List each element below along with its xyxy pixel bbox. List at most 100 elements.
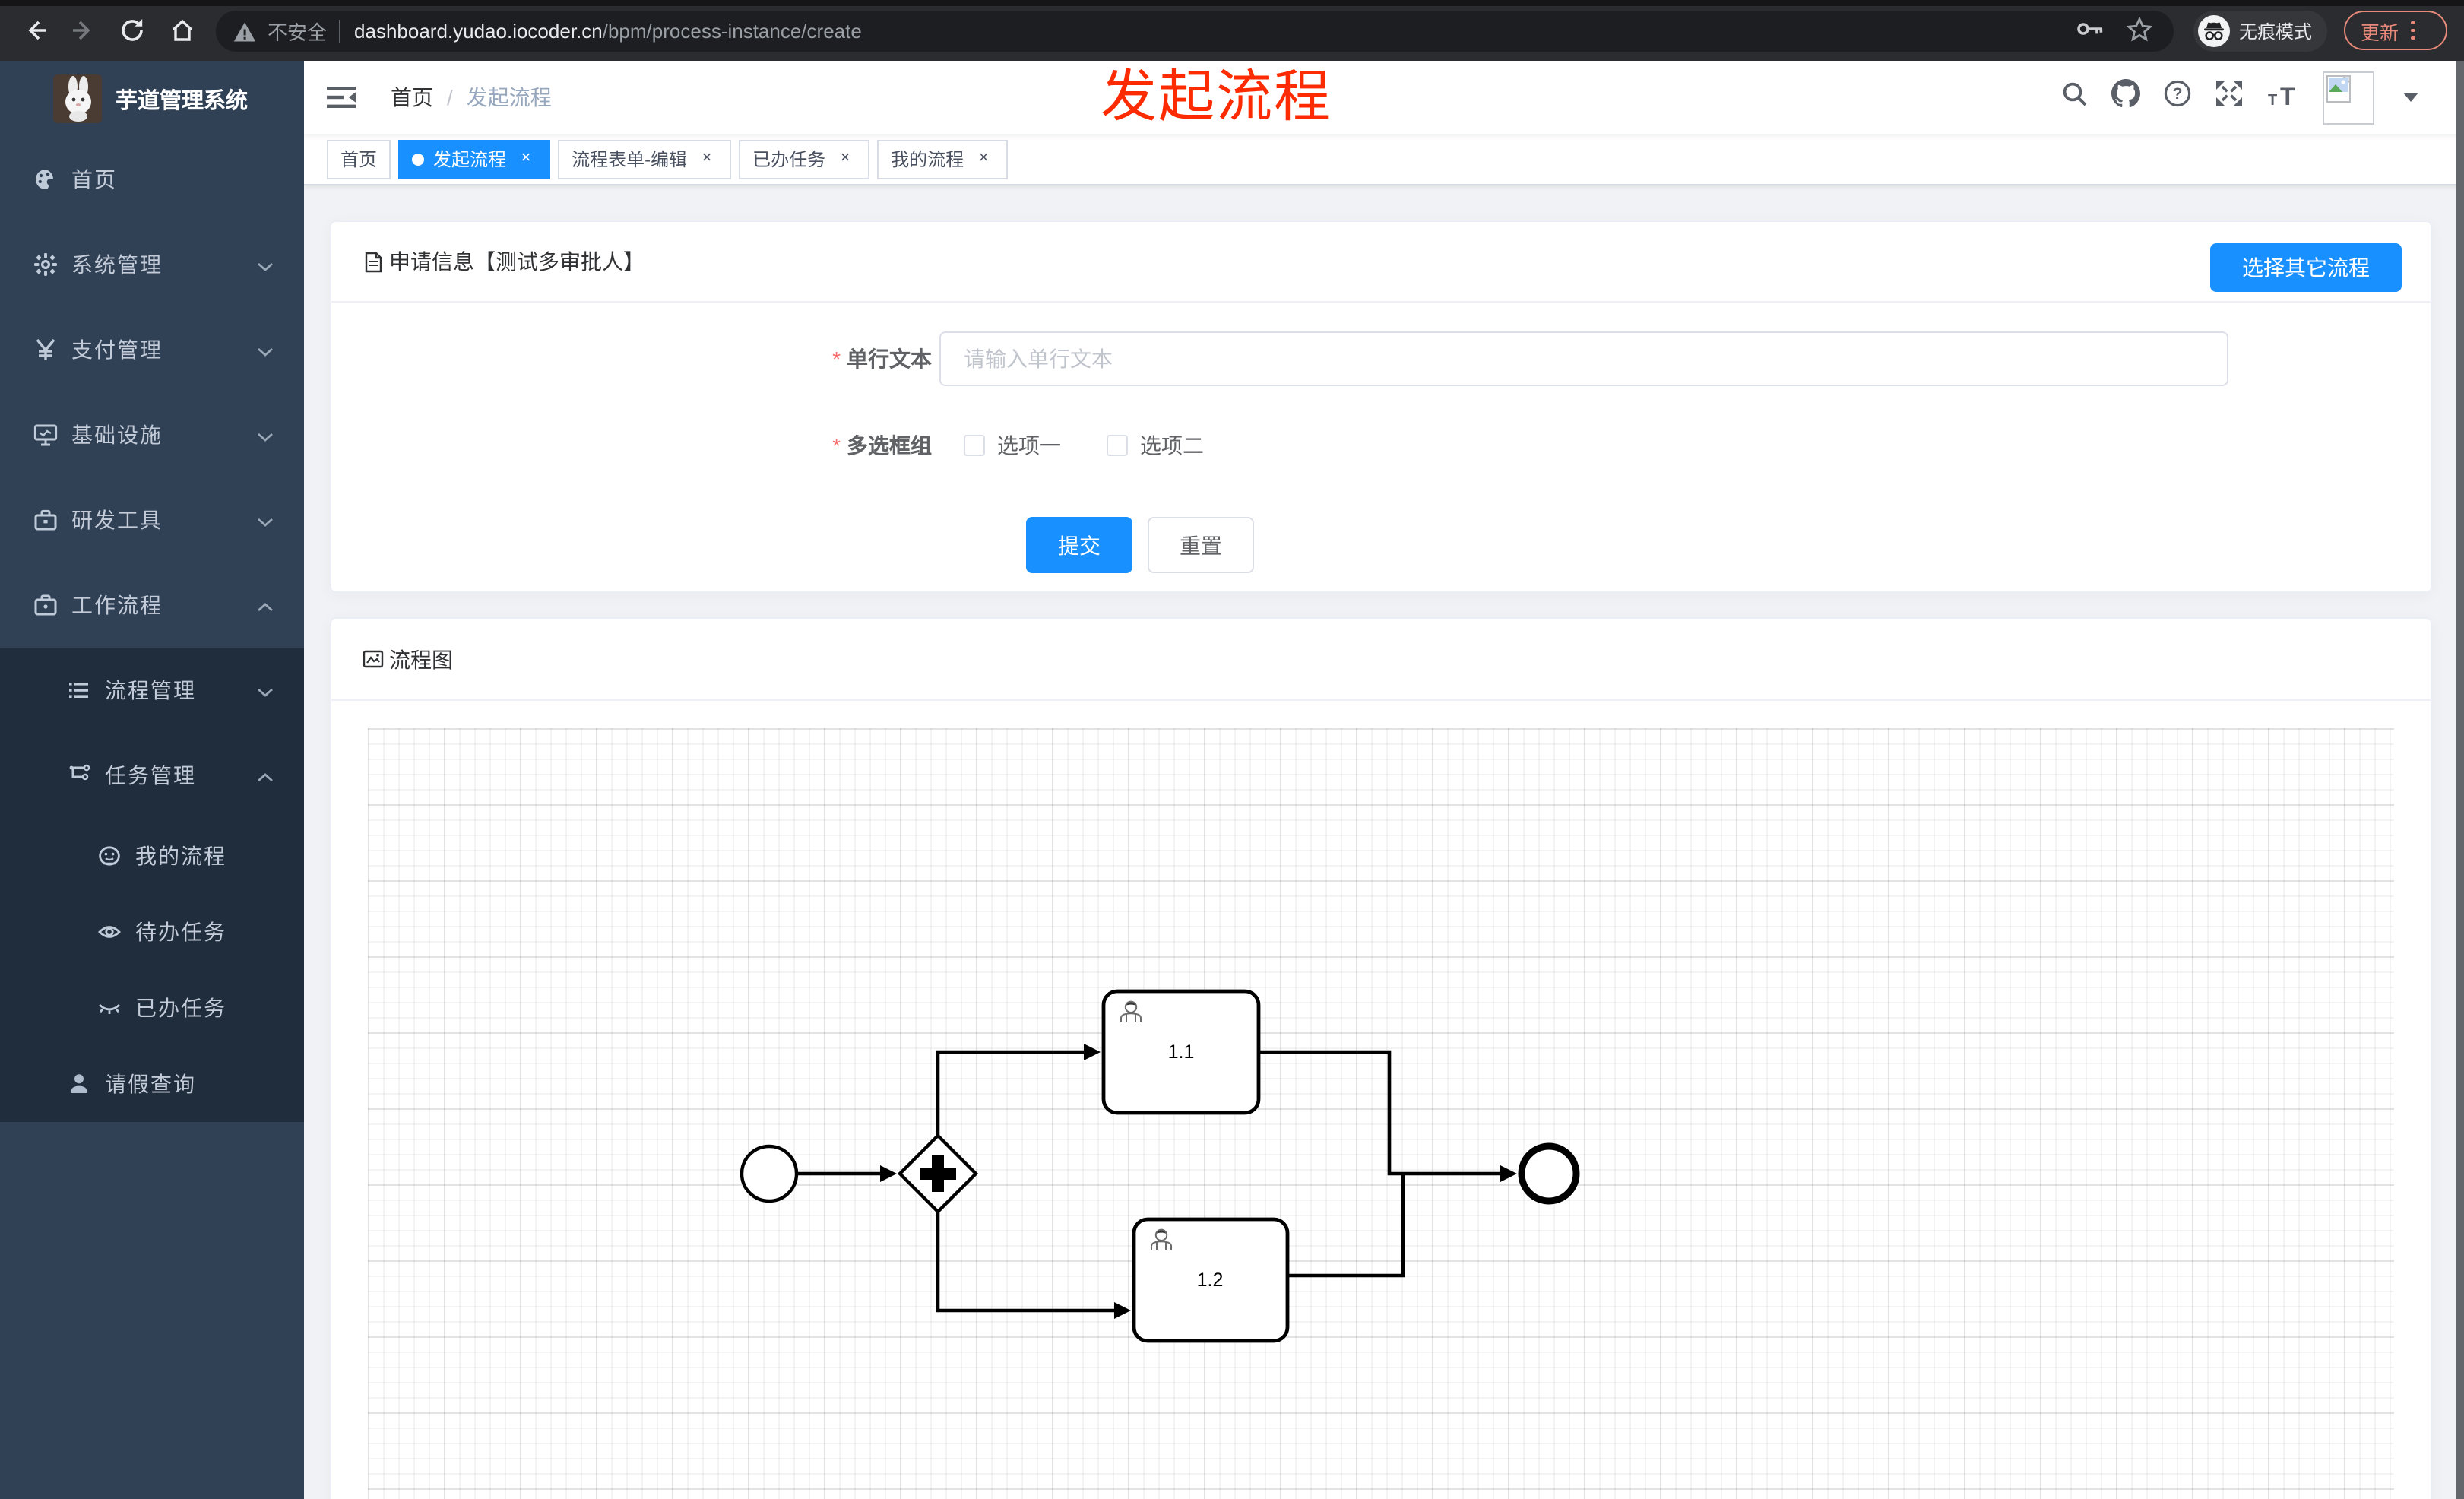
- security-label: 不安全: [268, 21, 328, 44]
- sidebar-item-home[interactable]: 首页: [0, 137, 304, 222]
- sidebar-item-label: 待办任务: [135, 920, 226, 944]
- avatar[interactable]: [2323, 71, 2374, 124]
- fullscreen-icon[interactable]: [2215, 79, 2244, 116]
- bpmn-user-task-1[interactable]: 1.1: [1101, 989, 1261, 1115]
- close-tab-icon[interactable]: ×: [835, 148, 856, 170]
- browser-forward-button[interactable]: [70, 17, 97, 44]
- checkbox-option-2[interactable]: 选项二: [1107, 430, 1204, 461]
- breadcrumb-home[interactable]: 首页: [391, 82, 433, 113]
- sidebar-item-system[interactable]: 系统管理: [0, 222, 304, 307]
- tab-process-form-edit[interactable]: 流程表单-编辑 ×: [558, 139, 732, 179]
- browser-menu-kebab-icon[interactable]: [2411, 21, 2415, 40]
- checkbox-icon[interactable]: [964, 435, 985, 456]
- chevron-down-icon: [257, 252, 274, 277]
- sidebar-item-done-tasks[interactable]: 已办任务: [0, 970, 304, 1046]
- app-logo[interactable]: 芋道管理系统: [0, 61, 304, 137]
- search-icon[interactable]: [2061, 80, 2089, 115]
- chevron-up-icon: [257, 593, 274, 617]
- bpmn-user-task-2[interactable]: 1.2: [1132, 1217, 1290, 1343]
- dashboard-icon: [33, 167, 58, 192]
- yen-icon: [33, 338, 58, 362]
- gear-icon: [33, 252, 58, 277]
- sidebar-item-process-mgmt[interactable]: 流程管理: [0, 648, 304, 733]
- apply-info-card: 申请信息【测试多审批人】 选择其它流程 *单行文本 *多选框组 选项一: [330, 220, 2432, 593]
- apply-info-title: 申请信息【测试多审批人】: [389, 249, 645, 274]
- font-size-icon[interactable]: TT: [2266, 80, 2300, 115]
- sidebar-item-label: 已办任务: [135, 996, 226, 1020]
- workflow-submenu: 流程管理 任务管理 我的流程 待办任务 已办任务 请假查询: [0, 648, 304, 1122]
- sidebar-item-infra[interactable]: 基础设施: [0, 392, 304, 477]
- task-label: 1.1: [1168, 1041, 1195, 1063]
- tab-done-tasks[interactable]: 已办任务 ×: [739, 139, 870, 179]
- sidebar-item-devtools[interactable]: 研发工具: [0, 477, 304, 563]
- required-asterisk: *: [832, 347, 841, 371]
- sidebar-item-task-mgmt[interactable]: 任务管理: [0, 733, 304, 818]
- not-secure-warning-icon[interactable]: [231, 17, 258, 45]
- sidebar-item-label: 研发工具: [71, 508, 163, 532]
- apply-info-card-header: 申请信息【测试多审批人】: [331, 222, 2431, 303]
- page-content: 申请信息【测试多审批人】 选择其它流程 *单行文本 *多选框组 选项一: [304, 185, 2464, 1499]
- browser-home-button[interactable]: [169, 17, 196, 44]
- reset-button[interactable]: 重置: [1148, 517, 1254, 573]
- sidebar-item-leave-query[interactable]: 请假查询: [0, 1046, 304, 1122]
- tags-view-bar: 首页 发起流程 × 流程表单-编辑 × 已办任务 × 我的流程 ×: [304, 134, 2464, 185]
- close-tab-icon[interactable]: ×: [696, 148, 717, 170]
- sidebar-item-workflow[interactable]: 工作流程: [0, 563, 304, 648]
- sidebar-item-label: 工作流程: [71, 593, 163, 617]
- svg-text:T: T: [2280, 82, 2295, 107]
- field-label-single-text: * 单行文本: [832, 347, 932, 371]
- main-area: 首页 / 发起流程 ? TT 首页 发起流程 × 流程表单-编辑 × 已办任务 …: [304, 61, 2464, 1499]
- choose-other-process-button[interactable]: 选择其它流程: [2210, 243, 2402, 292]
- briefcase-icon: [33, 593, 58, 617]
- chevron-down-icon: [257, 423, 274, 447]
- tab-start-process[interactable]: 发起流程 ×: [398, 139, 551, 179]
- bpmn-start-event[interactable]: [740, 1144, 799, 1203]
- bpmn-end-event[interactable]: [1518, 1142, 1580, 1205]
- sidebar-item-label: 我的流程: [135, 844, 226, 868]
- tab-my-process[interactable]: 我的流程 ×: [877, 139, 1009, 179]
- github-icon[interactable]: [2111, 79, 2140, 116]
- help-icon[interactable]: ?: [2163, 79, 2192, 116]
- toolbox-icon: [33, 508, 58, 532]
- tab-home[interactable]: 首页: [327, 139, 391, 179]
- chevron-down-icon: [257, 338, 274, 362]
- bpmn-diagram: 1.1 1.2: [740, 989, 1580, 1343]
- eye-closed-icon: [97, 996, 122, 1020]
- browser-update-button[interactable]: 更新: [2344, 11, 2447, 50]
- form-row-checkbox-group: * 多选框组 选项一 选项二: [331, 423, 2431, 468]
- browser-back-button[interactable]: [21, 17, 49, 44]
- close-tab-icon[interactable]: ×: [973, 148, 994, 170]
- breadcrumb-separator: /: [447, 85, 453, 109]
- url-path: /bpm/process-instance/create: [602, 20, 862, 43]
- flow-chart-card: 流程图 1.1 1.2: [330, 617, 2432, 1499]
- address-bar[interactable]: 不安全 dashboard.yudao.iocoder.cn/bpm/proce…: [216, 11, 2174, 52]
- navbar: 首页 / 发起流程 ? TT: [304, 61, 2464, 134]
- submit-button[interactable]: 提交: [1026, 517, 1132, 573]
- sidebar-item-todo-tasks[interactable]: 待办任务: [0, 894, 304, 970]
- single-text-input[interactable]: [939, 331, 2228, 386]
- password-key-icon[interactable]: [2076, 18, 2105, 44]
- scrollbar[interactable]: [2456, 61, 2464, 1499]
- list-icon: [67, 678, 91, 702]
- checkbox-option-1[interactable]: 选项一: [964, 430, 1061, 461]
- edge-gateway-to-task2: [936, 1212, 1114, 1313]
- incognito-profile-chip[interactable]: 无痕模式: [2193, 11, 2327, 52]
- avatar-dropdown-caret-icon[interactable]: [2403, 93, 2418, 102]
- breadcrumb-current: 发起流程: [466, 85, 552, 109]
- sidebar-collapse-icon[interactable]: [327, 87, 356, 116]
- browser-reload-button[interactable]: [119, 17, 146, 44]
- field-label-checkbox-group: * 多选框组: [832, 433, 932, 458]
- sidebar-item-my-process[interactable]: 我的流程: [0, 818, 304, 894]
- chevron-down-icon: [257, 508, 274, 532]
- image-chart-icon: [362, 648, 385, 670]
- sidebar-item-payment[interactable]: 支付管理: [0, 307, 304, 392]
- url-host: dashboard.yudao.iocoder.cn: [354, 20, 603, 43]
- checkbox-icon[interactable]: [1107, 435, 1128, 456]
- chevron-up-icon: [257, 763, 274, 788]
- bpmn-parallel-gateway[interactable]: [897, 1133, 979, 1215]
- close-tab-icon[interactable]: ×: [515, 148, 537, 170]
- bookmark-star-icon[interactable]: [2126, 15, 2153, 46]
- bpmn-canvas[interactable]: 1.1 1.2: [368, 728, 2394, 1499]
- sidebar-item-label: 首页: [71, 167, 117, 192]
- sidebar-item-label: 支付管理: [71, 338, 163, 362]
